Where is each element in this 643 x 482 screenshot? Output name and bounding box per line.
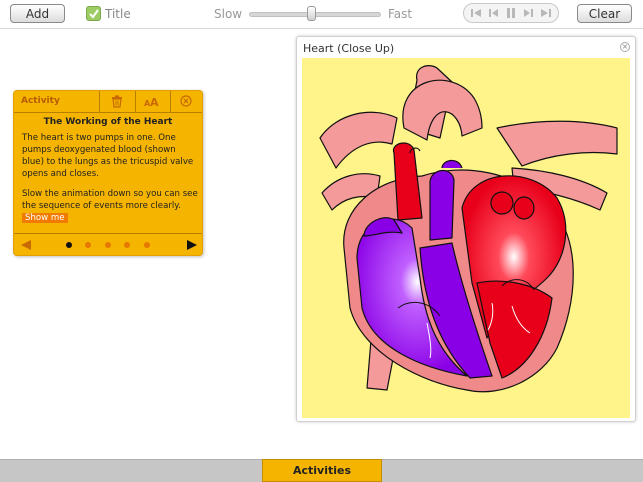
title-label: Title bbox=[105, 7, 131, 21]
activities-tab[interactable]: Activities bbox=[262, 459, 382, 482]
page-dot[interactable] bbox=[85, 242, 91, 248]
activity-paragraph-text: Slow the animation down so you can see t… bbox=[22, 189, 198, 211]
close-icon[interactable] bbox=[180, 95, 192, 107]
next-arrow-icon[interactable] bbox=[186, 239, 198, 251]
top-toolbar: Add Title Slow Fast Clear bbox=[0, 0, 643, 29]
divider bbox=[135, 91, 136, 112]
activity-pager bbox=[14, 233, 202, 256]
page-dot[interactable] bbox=[105, 242, 111, 248]
close-icon[interactable]: × bbox=[620, 42, 630, 52]
heart-window: Heart (Close Up) × bbox=[296, 36, 636, 422]
text-size-icon[interactable]: A A bbox=[143, 95, 159, 108]
speed-slider-thumb[interactable] bbox=[306, 6, 316, 21]
step-back-icon[interactable] bbox=[486, 7, 500, 19]
divider bbox=[170, 91, 171, 112]
speed-fast-label: Fast bbox=[388, 7, 413, 21]
clear-button[interactable]: Clear bbox=[577, 4, 632, 23]
heart-illustration bbox=[319, 65, 618, 393]
speed-slow-label: Slow bbox=[214, 7, 243, 21]
add-button[interactable]: Add bbox=[10, 4, 65, 23]
playback-controls bbox=[463, 3, 559, 23]
heart-window-title: Heart (Close Up) bbox=[303, 42, 395, 55]
skip-end-icon[interactable] bbox=[539, 7, 553, 19]
skip-start-icon[interactable] bbox=[469, 7, 483, 19]
checkmark-icon bbox=[89, 9, 99, 19]
step-forward-icon[interactable] bbox=[522, 7, 536, 19]
show-me-button[interactable]: Show me bbox=[22, 213, 68, 223]
page-dot[interactable] bbox=[124, 242, 130, 248]
page-dot[interactable] bbox=[66, 242, 72, 248]
divider bbox=[99, 91, 100, 112]
trash-icon[interactable] bbox=[111, 95, 123, 108]
previous-arrow-icon[interactable] bbox=[20, 239, 32, 251]
activity-paragraph: The heart is two pumps in one. One pumps… bbox=[22, 133, 194, 179]
activity-header-label: Activity bbox=[21, 96, 60, 106]
activity-heading: The Working of the Heart bbox=[43, 117, 173, 127]
activity-header: Activity A A bbox=[14, 91, 202, 113]
heart-canvas bbox=[302, 58, 630, 418]
activity-panel: Activity A A The Working of the Heart Th… bbox=[13, 90, 203, 256]
activity-paragraph: Slow the animation down so you can see t… bbox=[22, 188, 198, 224]
title-checkbox[interactable] bbox=[86, 6, 101, 21]
pause-icon[interactable] bbox=[504, 7, 518, 19]
svg-text:A: A bbox=[150, 96, 159, 108]
page-dot[interactable] bbox=[144, 242, 150, 248]
